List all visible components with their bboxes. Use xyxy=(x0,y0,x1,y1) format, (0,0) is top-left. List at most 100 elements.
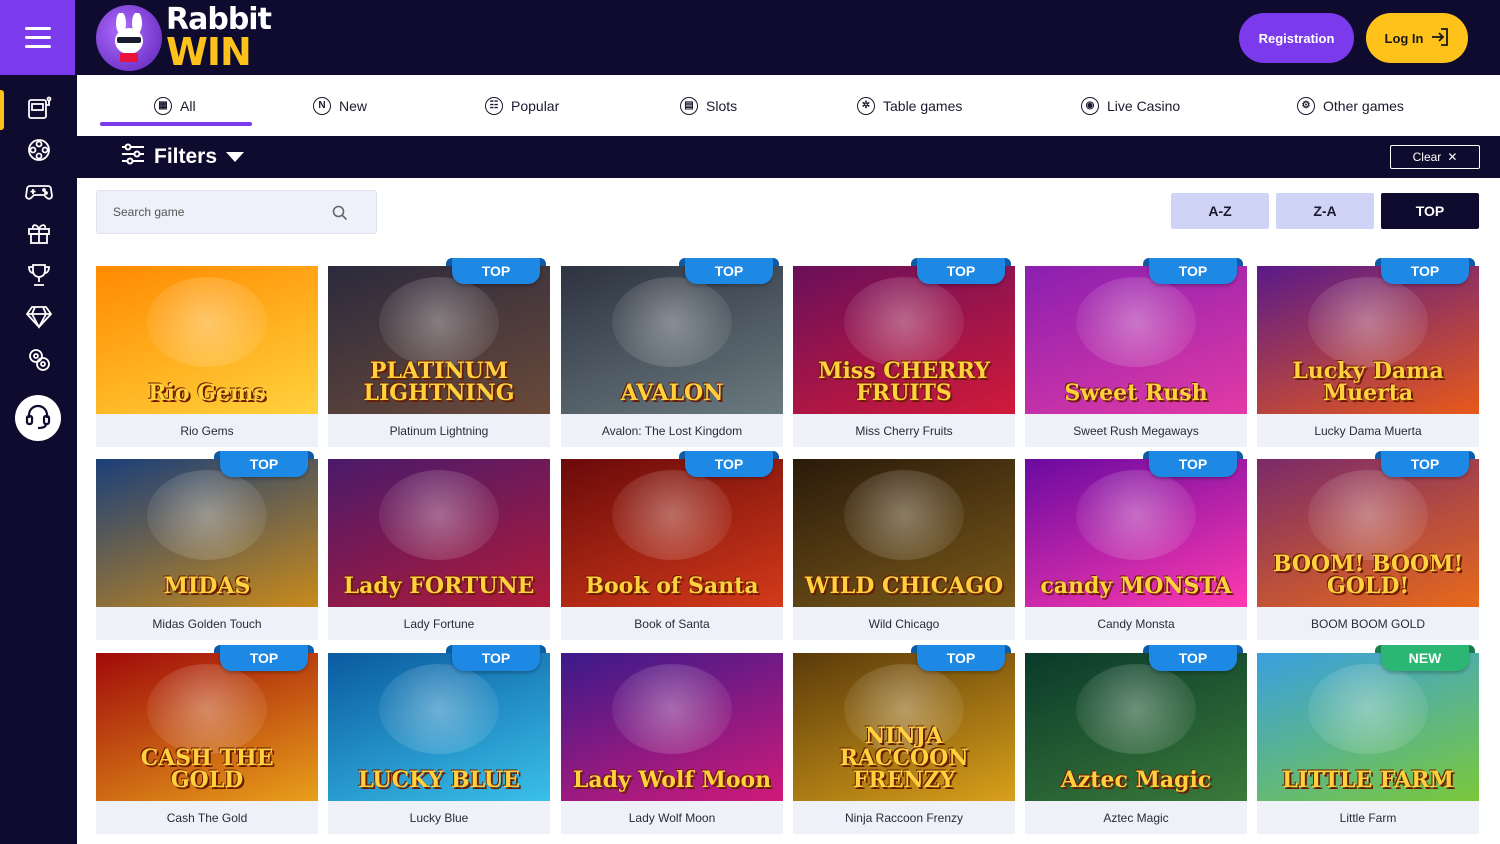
game-card[interactable]: Miss CHERRY FRUITS TOP Miss Cherry Fruits xyxy=(793,258,1015,447)
tab-popular[interactable]: ☷ Popular xyxy=(485,75,559,136)
game-card[interactable]: WILD CHICAGO Wild Chicago xyxy=(793,459,1015,640)
filter-sliders-icon xyxy=(120,142,146,172)
menu-icon-line xyxy=(24,27,51,30)
game-card[interactable]: Lady FORTUNE Lady Fortune xyxy=(328,459,550,640)
sidebar-item-bonuses[interactable] xyxy=(0,215,77,255)
top-badge: TOP xyxy=(1143,645,1243,671)
tab-other-games[interactable]: ⚙ Other games xyxy=(1297,75,1404,136)
sort-z-a-button[interactable]: Z-A xyxy=(1276,193,1374,229)
game-thumbnail: BOOM! BOOM! GOLD! xyxy=(1257,459,1479,607)
menu-burger-button[interactable] xyxy=(0,0,75,75)
sidebar-item-live[interactable] xyxy=(0,132,77,172)
tab-table-games[interactable]: ✲ Table games xyxy=(857,75,962,136)
game-card[interactable]: PLATINUM LIGHTNING TOP Platinum Lightning xyxy=(328,258,550,447)
table-games-icon: ✲ xyxy=(857,96,875,115)
live-casino-icon: ◉ xyxy=(1081,96,1099,115)
game-thumbnail: Sweet Rush xyxy=(1025,266,1247,414)
game-card[interactable]: Aztec Magic TOP Aztec Magic xyxy=(1025,645,1247,834)
sidebar-item-tournaments[interactable] xyxy=(0,257,77,297)
clear-label: Clear xyxy=(1412,150,1442,164)
tab-label: Slots xyxy=(706,97,738,114)
login-label: Log In xyxy=(1384,30,1424,46)
game-card[interactable]: MIDAS TOP Midas Golden Touch xyxy=(96,451,318,640)
registration-label: Registration xyxy=(1258,30,1335,46)
game-card[interactable]: NINJA RACCOON FRENZY TOP Ninja Raccoon Fre… xyxy=(793,645,1015,834)
sidebar-item-vip[interactable] xyxy=(0,299,77,339)
grid-icon: ▦ xyxy=(154,96,172,115)
game-card[interactable]: CASH THE GOLD TOP Cash The Gold xyxy=(96,645,318,834)
game-thumbnail: MIDAS xyxy=(96,459,318,607)
game-logo-text: Aztec Magic xyxy=(1060,767,1212,793)
filters-toggle[interactable]: Filters xyxy=(120,136,245,178)
tab-label: Live Casino xyxy=(1107,97,1181,114)
game-card[interactable]: LITTLE FARM NEW Little Farm xyxy=(1257,645,1479,834)
game-name: Sweet Rush Megaways xyxy=(1073,423,1199,438)
thumbnail-art xyxy=(379,470,499,561)
sidebar-item-games[interactable] xyxy=(0,173,77,213)
tab-label: Popular xyxy=(511,97,560,114)
game-card[interactable]: Rio Gems Rio Gems xyxy=(96,266,318,447)
game-logo-text: MIDAS xyxy=(163,573,251,599)
sidebar-item-slots[interactable] xyxy=(0,90,77,130)
tab-grid[interactable]: ▦ All xyxy=(154,75,196,136)
game-logo-text: PLATINUM LIGHTNING xyxy=(363,358,515,406)
slots-icon: ▤ xyxy=(680,96,698,115)
game-logo-text: CASH THE GOLD xyxy=(140,745,274,793)
sidebar-item-casino[interactable] xyxy=(0,342,77,382)
login-button[interactable]: Log In xyxy=(1366,13,1468,63)
game-card[interactable]: Lucky Dama Muerta TOP Lucky Dama Muerta xyxy=(1257,258,1479,447)
search-input[interactable] xyxy=(113,205,333,219)
gift-icon xyxy=(26,220,52,251)
headset-icon xyxy=(24,402,52,435)
game-thumbnail: NINJA RACCOON FRENZY xyxy=(793,653,1015,801)
sort-a-z-button[interactable]: A-Z xyxy=(1171,193,1269,229)
game-name: BOOM BOOM GOLD xyxy=(1310,616,1425,631)
game-name: Cash The Gold xyxy=(166,810,248,825)
new-badge: NEW xyxy=(1375,645,1475,671)
top-badge: TOP xyxy=(214,451,314,477)
game-name: Lucky Dama Muerta xyxy=(1314,423,1422,438)
tab-live-casino[interactable]: ◉ Live Casino xyxy=(1081,75,1180,136)
logo[interactable]: Rabbit WIN xyxy=(96,4,272,72)
game-logo-text: AVALON xyxy=(620,380,724,406)
game-thumbnail: LUCKY BLUE xyxy=(328,653,550,801)
thumbnail-art xyxy=(379,277,499,368)
support-button[interactable] xyxy=(15,395,61,441)
game-thumbnail: Miss CHERRY FRUITS xyxy=(793,266,1015,414)
tab-label: Other games xyxy=(1323,97,1404,114)
sort-top-button[interactable]: TOP xyxy=(1381,193,1479,229)
registration-button[interactable]: Registration xyxy=(1239,13,1354,63)
game-thumbnail: Book of Santa xyxy=(561,459,783,607)
game-name: Avalon: The Lost Kingdom xyxy=(601,423,743,438)
game-card[interactable]: Lady Wolf Moon Lady Wolf Moon xyxy=(561,653,783,834)
game-name: Book of Santa xyxy=(634,616,710,631)
clear-filters-button[interactable]: Clear ✕ xyxy=(1390,145,1480,169)
game-card[interactable]: BOOM! BOOM! GOLD! TOP BOOM BOOM GOLD xyxy=(1257,451,1479,640)
tab-label: New xyxy=(339,97,368,114)
sort-label: TOP xyxy=(1415,203,1445,219)
search-box xyxy=(96,190,377,234)
game-card[interactable]: Sweet Rush TOP Sweet Rush Megaways xyxy=(1025,258,1247,447)
top-badge: TOP xyxy=(1375,451,1475,477)
top-badge: TOP xyxy=(679,258,779,284)
game-logo-text: LITTLE FARM xyxy=(1282,767,1454,793)
game-logo-text: LUCKY BLUE xyxy=(358,767,520,793)
game-card[interactable]: LUCKY BLUE TOP Lucky Blue xyxy=(328,645,550,834)
tab-new[interactable]: N New xyxy=(313,75,367,136)
game-card[interactable]: candy MONSTA TOP Candy Monsta xyxy=(1025,451,1247,640)
game-thumbnail: PLATINUM LIGHTNING xyxy=(328,266,550,414)
game-logo-text: WILD CHICAGO xyxy=(804,573,1004,599)
game-card[interactable]: Book of Santa TOP Book of Santa xyxy=(561,451,783,640)
thumbnail-art xyxy=(379,664,499,755)
game-logo-text: Lucky Dama Muerta xyxy=(1292,358,1444,406)
filter-bar: Filters Clear ✕ xyxy=(77,136,1500,178)
game-name: Platinum Lightning xyxy=(389,423,489,438)
search-icon[interactable] xyxy=(332,205,348,226)
game-card[interactable]: AVALON TOP Avalon: The Lost Kingdom xyxy=(561,258,783,447)
top-badge: TOP xyxy=(446,258,546,284)
game-thumbnail: CASH THE GOLD xyxy=(96,653,318,801)
close-icon: ✕ xyxy=(1447,150,1458,164)
tab-slots[interactable]: ▤ Slots xyxy=(680,75,737,136)
caret-down-icon xyxy=(225,145,245,169)
sort-label: Z-A xyxy=(1313,203,1337,219)
